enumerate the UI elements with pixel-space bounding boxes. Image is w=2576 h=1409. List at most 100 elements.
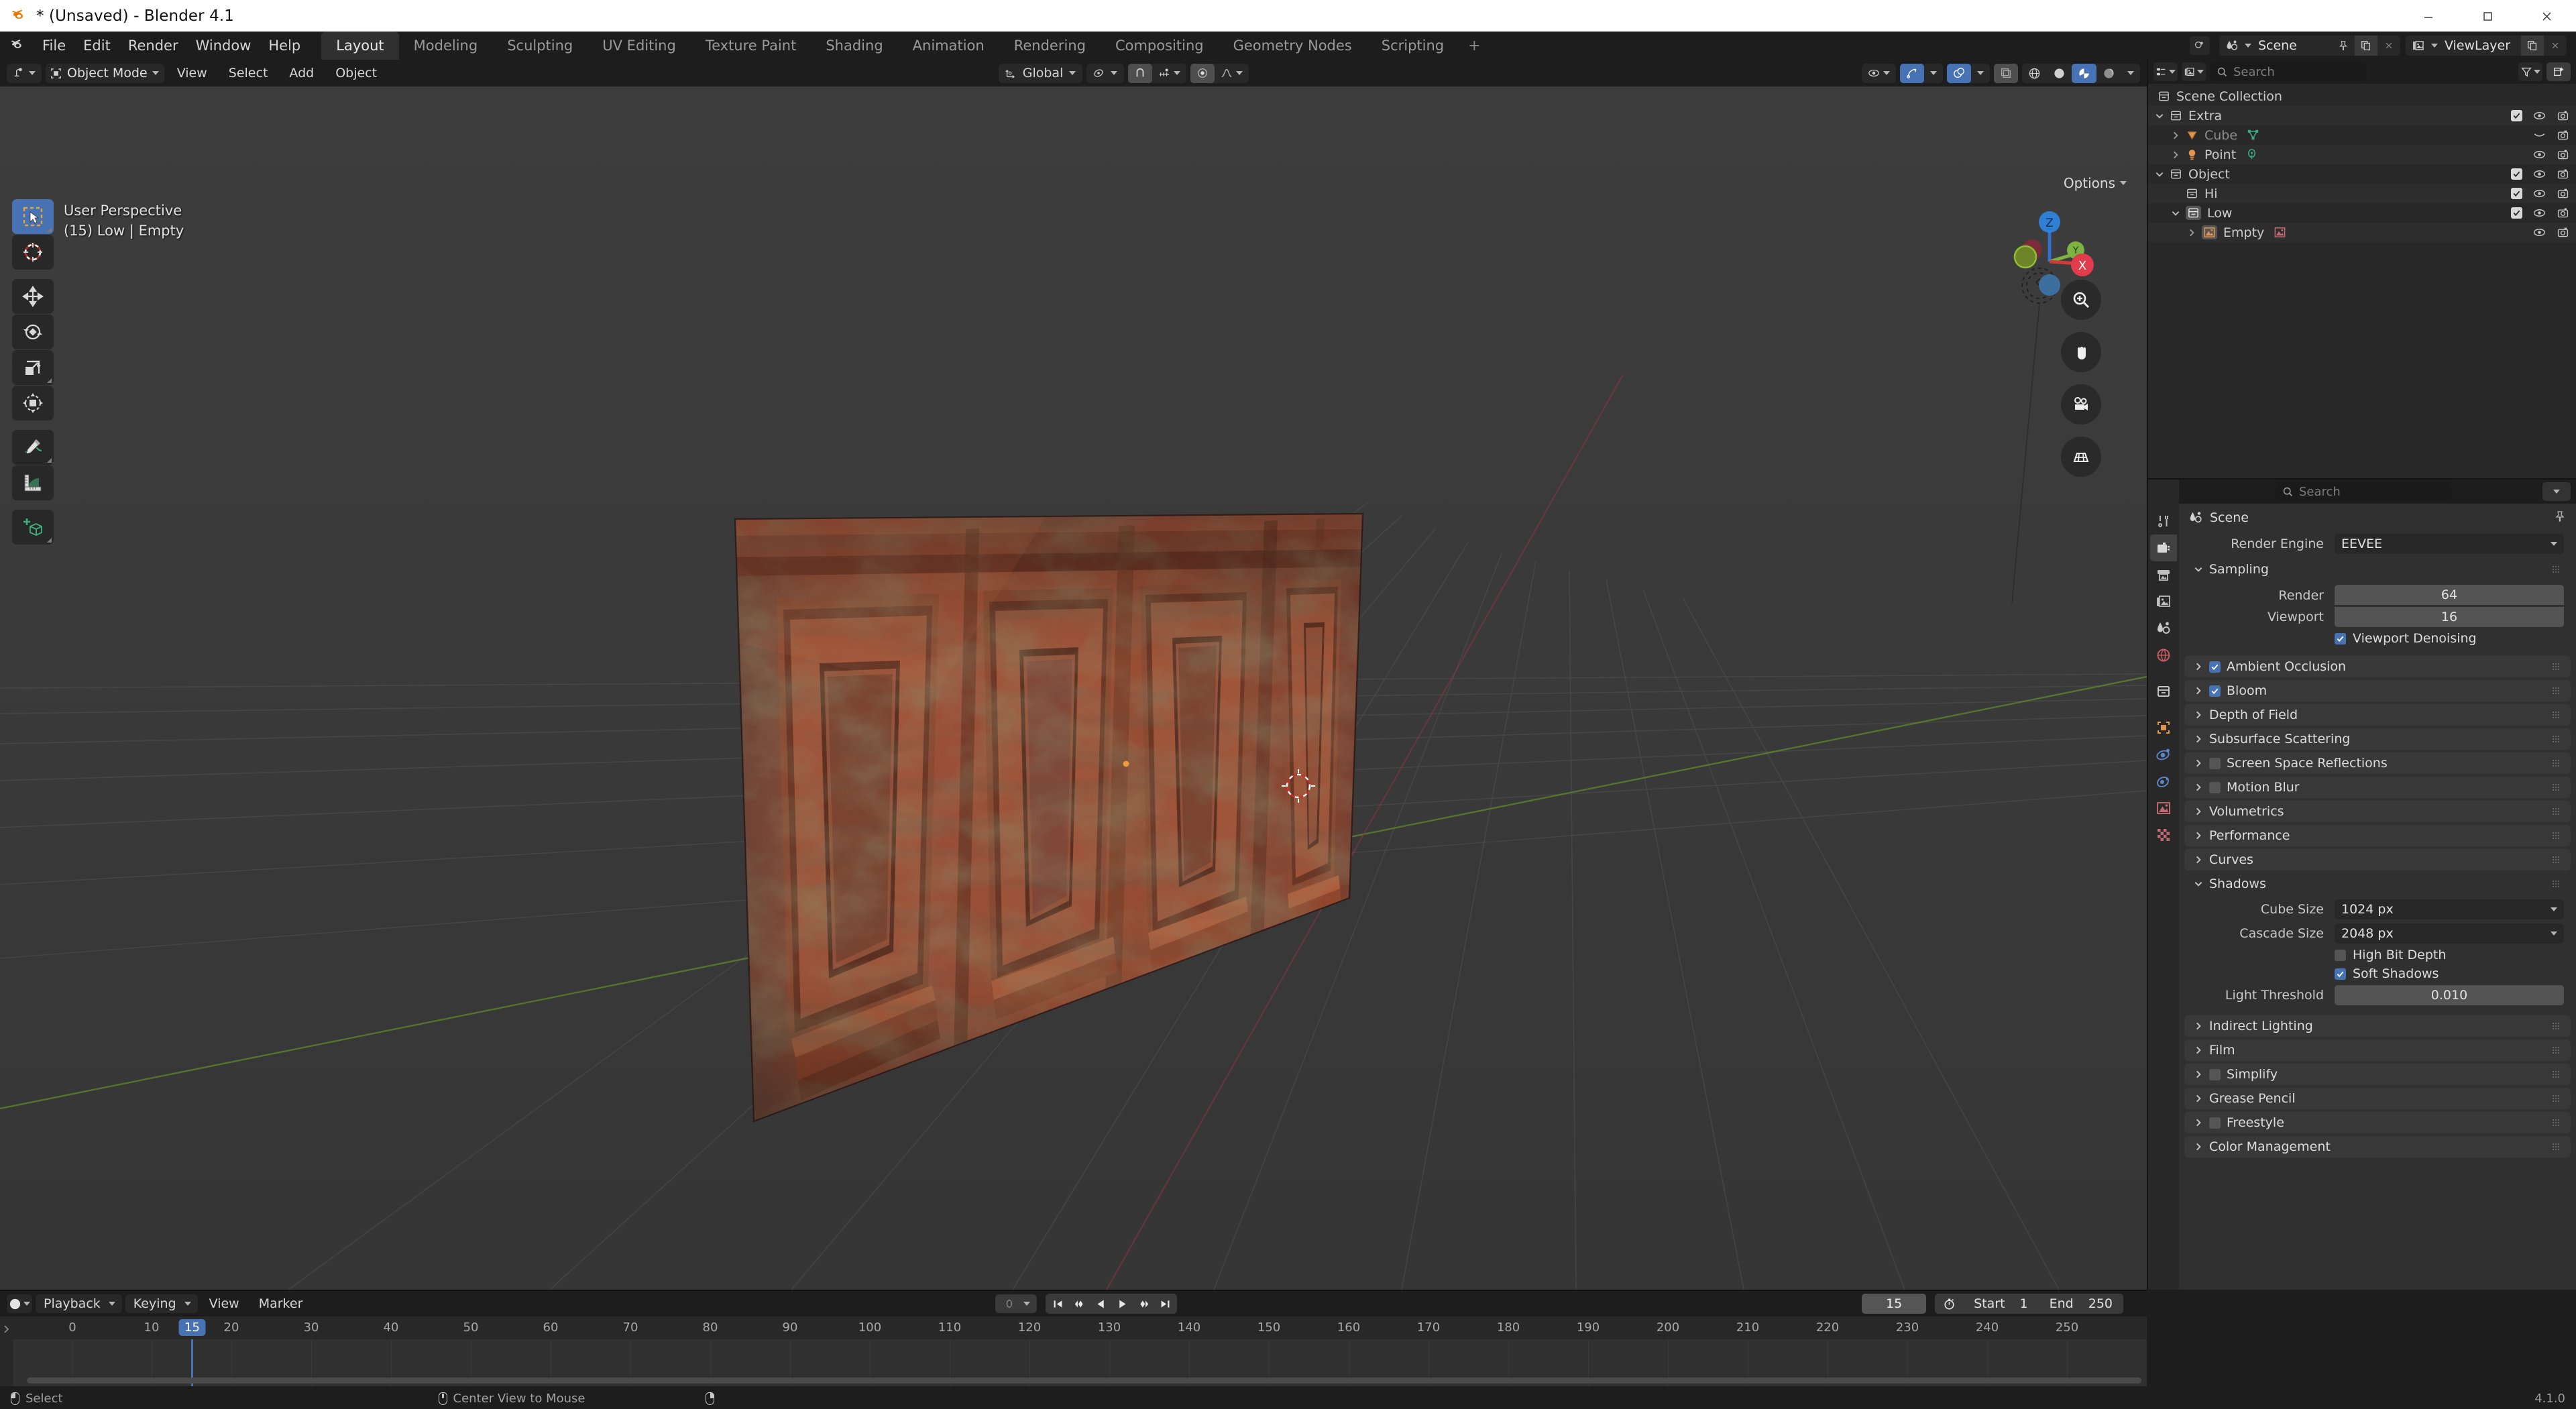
editor-separator-timeline[interactable]	[0, 1290, 2147, 1291]
keying-set-selector[interactable]	[995, 1294, 1038, 1313]
camera-icon[interactable]	[2557, 148, 2569, 161]
editor-type-3dview-icon[interactable]	[7, 64, 42, 83]
overlays-icon[interactable]	[1947, 63, 1972, 83]
timeline-ruler[interactable]: 0 10 20 30 40 50 60 70 80 90 100 110 120…	[0, 1316, 2147, 1339]
panel-header-indirect-lighting[interactable]: Indirect Lighting	[2184, 1015, 2571, 1037]
menu-help[interactable]: Help	[260, 36, 309, 56]
viewport-menu-add[interactable]: Add	[280, 64, 323, 83]
tab-animation[interactable]: Animation	[898, 32, 999, 60]
new-collection-icon[interactable]	[2546, 62, 2571, 81]
cursor-tool[interactable]	[12, 235, 54, 270]
tweak-select-tool[interactable]	[12, 199, 54, 234]
ambient-occlusion-checkbox[interactable]	[2209, 661, 2221, 673]
panel-header-shadows[interactable]: Shadows	[2184, 873, 2571, 895]
sampling-render-value[interactable]: 64	[2335, 585, 2564, 605]
menu-view[interactable]: View	[201, 1294, 247, 1313]
viewport-3d[interactable]: Object Mode View Select Add Object Globa…	[0, 60, 2147, 1290]
tab-layout[interactable]: Layout	[321, 32, 399, 60]
menu-window[interactable]: Window	[187, 36, 260, 56]
scene-name[interactable]: Scene	[2251, 38, 2332, 53]
outliner-row-point[interactable]: Point	[2148, 145, 2576, 164]
outliner-display-mode-icon[interactable]	[2153, 62, 2178, 81]
gizmo-dropdown[interactable]	[1924, 64, 1943, 83]
add-workspace-button[interactable]: +	[1459, 32, 1490, 60]
outliner-row-empty[interactable]: Empty	[2148, 223, 2576, 242]
timeline-horizontal-scrollbar[interactable]	[27, 1377, 2141, 1384]
eye-icon[interactable]	[2533, 187, 2546, 200]
properties-tab-physics[interactable]	[2150, 741, 2177, 768]
panel-header-color-management[interactable]: Color Management	[2184, 1136, 2571, 1158]
panel-header-film[interactable]: Film	[2184, 1039, 2571, 1061]
jump-to-next-keyframe-icon[interactable]	[1133, 1294, 1154, 1314]
tab-sculpting[interactable]: Sculpting	[492, 32, 587, 60]
viewport-menu-select[interactable]: Select	[220, 64, 277, 83]
current-frame-field[interactable]: 15	[1862, 1294, 1927, 1314]
editor-type-selector[interactable]	[7, 63, 42, 83]
properties-tab-render[interactable]	[2150, 534, 2177, 561]
playback-menu[interactable]: Playback	[36, 1294, 122, 1313]
material-preview-shading-icon[interactable]	[2072, 63, 2097, 83]
timeline-sidebar-toggle[interactable]	[3, 1323, 11, 1337]
object-types-visibility-icon[interactable]	[1862, 64, 1896, 83]
panel-header-ambient-occlusion[interactable]: Ambient Occlusion	[2184, 656, 2571, 677]
panel-header-grease-pencil[interactable]: Grease Pencil	[2184, 1088, 2571, 1109]
move-tool[interactable]	[12, 279, 54, 314]
point-light-data-icon[interactable]	[2245, 148, 2258, 161]
collection-enable-checkbox[interactable]	[2511, 188, 2522, 199]
chevron-right-icon[interactable]	[2171, 150, 2180, 160]
keying-menu[interactable]: Keying	[125, 1294, 198, 1313]
tab-uv-editing[interactable]: UV Editing	[587, 32, 691, 60]
chevron-right-icon[interactable]	[2171, 131, 2180, 140]
tab-rendering[interactable]: Rendering	[999, 32, 1101, 60]
camera-icon[interactable]	[2557, 226, 2569, 239]
jump-to-end-icon[interactable]	[1154, 1294, 1176, 1314]
tab-texture-paint[interactable]: Texture Paint	[691, 32, 811, 60]
properties-tab-texture[interactable]	[2150, 822, 2177, 848]
image-data-icon[interactable]	[2274, 226, 2286, 239]
camera-icon[interactable]	[2557, 207, 2569, 219]
eye-closed-icon[interactable]	[2533, 129, 2546, 142]
panel-header-performance[interactable]: Performance	[2184, 825, 2571, 846]
properties-search-input[interactable]: Search	[2276, 482, 2451, 501]
magnet-icon[interactable]	[1128, 63, 1153, 83]
chevron-down-icon[interactable]	[2155, 111, 2164, 121]
menu-render[interactable]: Render	[119, 36, 187, 56]
tab-geometry-nodes[interactable]: Geometry Nodes	[1219, 32, 1367, 60]
pin-icon[interactable]	[2332, 36, 2355, 56]
tab-compositing[interactable]: Compositing	[1101, 32, 1219, 60]
camera-icon[interactable]	[2557, 168, 2569, 180]
screen-space-reflections-checkbox[interactable]	[2209, 757, 2221, 769]
freestyle-checkbox[interactable]	[2209, 1117, 2221, 1129]
camera-icon[interactable]	[2557, 187, 2569, 200]
properties-tab-output[interactable]	[2150, 561, 2177, 588]
new-scene-button[interactable]	[2354, 36, 2377, 56]
interaction-mode-selector[interactable]: Object Mode	[46, 63, 164, 83]
panel-header-motion-blur[interactable]: Motion Blur	[2184, 777, 2571, 798]
menu-marker[interactable]: Marker	[251, 1294, 311, 1313]
wireframe-shading-icon[interactable]	[2022, 64, 2047, 83]
tab-scripting[interactable]: Scripting	[1367, 32, 1459, 60]
outliner-row-low[interactable]: Low	[2148, 203, 2576, 223]
transform-orientation-selector[interactable]: Global	[998, 63, 1083, 83]
pivot-point-selector[interactable]	[1086, 63, 1125, 83]
stopwatch-autokey-icon[interactable]	[1935, 1294, 1963, 1314]
panel-header-bloom[interactable]: Bloom	[2184, 680, 2571, 701]
timeline-editor-type[interactable]	[7, 1294, 32, 1313]
filter-funnel-icon[interactable]	[2518, 62, 2542, 81]
light-threshold-value[interactable]: 0.010	[2335, 985, 2564, 1005]
outliner-viewlayer-icon[interactable]	[2182, 62, 2206, 81]
cascade-size-dropdown[interactable]: 2048 px	[2335, 923, 2564, 944]
overlays-controls[interactable]	[1947, 63, 1991, 83]
unlink-scene-button[interactable]	[2377, 36, 2400, 56]
properties-tab-object-data[interactable]	[2150, 795, 2177, 822]
eye-icon[interactable]	[2533, 207, 2546, 219]
annotate-tool[interactable]	[12, 430, 54, 465]
solid-shading-icon[interactable]	[2047, 64, 2072, 83]
eye-icon[interactable]	[2533, 226, 2546, 239]
blender-menu-icon[interactable]	[9, 37, 27, 54]
viewport-menu-object[interactable]: Object	[327, 64, 386, 83]
jump-to-start-icon[interactable]	[1047, 1294, 1068, 1314]
scene-selector[interactable]: Scene	[2219, 36, 2400, 56]
properties-tab-world[interactable]	[2150, 642, 2177, 669]
properties-tab-constraints[interactable]	[2150, 768, 2177, 795]
